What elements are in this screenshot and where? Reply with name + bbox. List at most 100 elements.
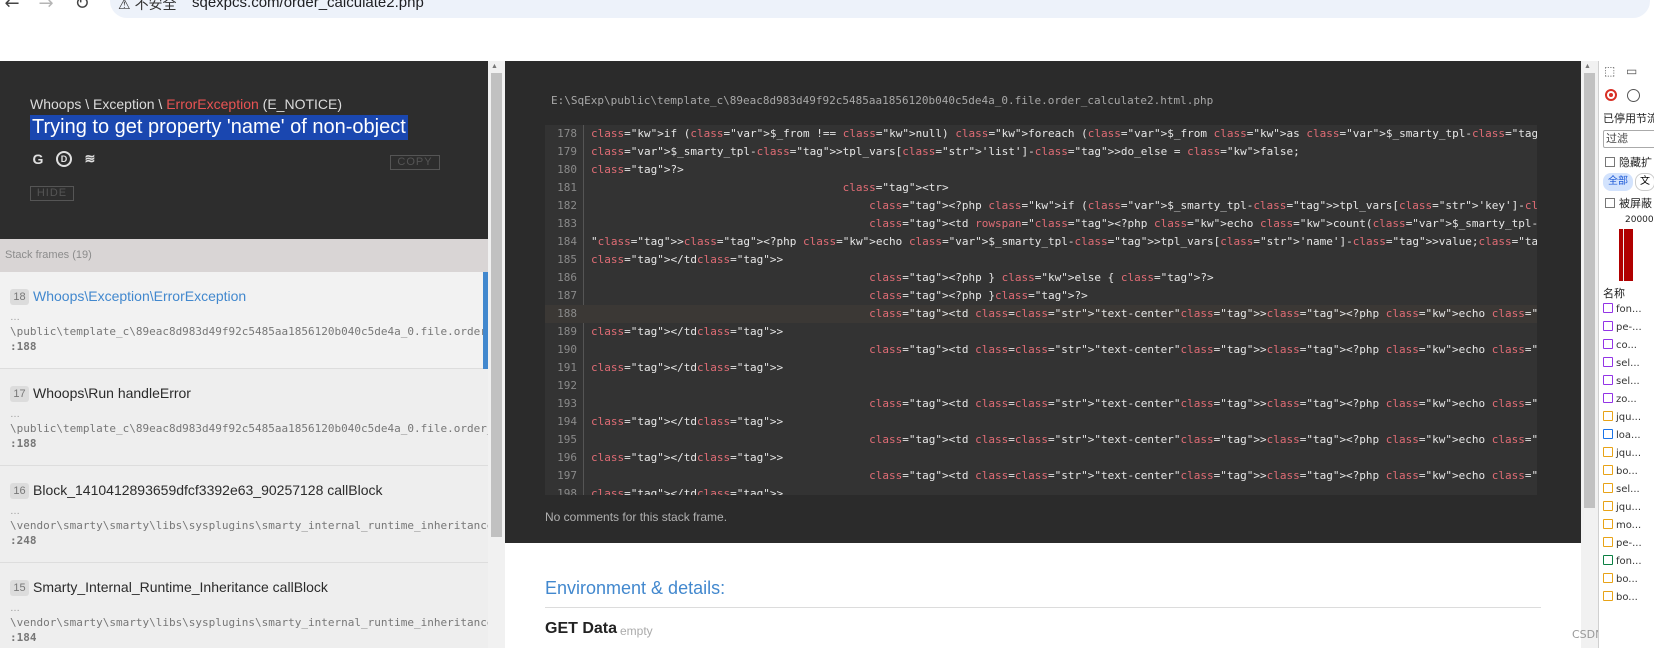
code-text: class="tag"><tr> bbox=[842, 181, 949, 194]
request-row[interactable]: bo... bbox=[1599, 589, 1654, 607]
request-name: co... bbox=[1616, 340, 1637, 351]
request-row[interactable]: pe-... bbox=[1599, 319, 1654, 337]
copy-button[interactable]: COPY bbox=[390, 155, 440, 170]
request-row[interactable]: fon... bbox=[1599, 553, 1654, 571]
request-name: bo... bbox=[1616, 574, 1638, 585]
code-viewer: 178 class="kw">if (class="var">$_from !==… bbox=[545, 125, 1537, 495]
line-number: 181 bbox=[557, 181, 577, 194]
js-file-icon bbox=[1603, 537, 1613, 547]
code-text: class="tag"><?php }class="tag">?> bbox=[869, 289, 1088, 302]
stack-frame[interactable]: 17 Whoops\Run handleError … \public\temp… bbox=[0, 369, 488, 466]
frame-line: :188 bbox=[10, 437, 37, 450]
clear-icon[interactable] bbox=[1627, 89, 1640, 102]
reload-icon[interactable]: ↻ bbox=[70, 0, 94, 14]
code-text: class="tag"><td class=class="str">"text-… bbox=[869, 307, 1537, 320]
hide-button[interactable]: HIDE bbox=[30, 186, 74, 201]
record-icon[interactable] bbox=[1605, 89, 1617, 101]
code-line: 185 class="tag"></tdclass="tag">> bbox=[545, 251, 1537, 269]
frame-index: 16 bbox=[10, 483, 29, 499]
line-number: 185 bbox=[557, 253, 577, 266]
filter-all-chip[interactable]: 全部 bbox=[1603, 173, 1633, 191]
code-text: class="tag"></tdclass="tag">> bbox=[591, 253, 784, 266]
code-text: class="tag"></tdclass="tag">> bbox=[591, 487, 784, 495]
request-name: jqu... bbox=[1616, 502, 1641, 513]
code-text: class="tag"><td class=class="str">"text-… bbox=[869, 469, 1537, 482]
request-row[interactable]: co... bbox=[1599, 337, 1654, 355]
js-file-icon bbox=[1603, 519, 1613, 529]
scroll-up-icon[interactable]: ▲ bbox=[1584, 63, 1591, 70]
request-row[interactable]: sel... bbox=[1599, 481, 1654, 499]
code-text: class="tag"></tdclass="tag">> bbox=[591, 325, 784, 338]
request-name: loa... bbox=[1616, 430, 1641, 441]
line-number: 195 bbox=[557, 433, 577, 446]
code-line: 197 class="tag"><td class=class="str">"t… bbox=[545, 467, 1537, 485]
request-name: jqu... bbox=[1616, 412, 1641, 423]
forward-icon[interactable]: → bbox=[34, 0, 58, 14]
request-row[interactable]: loa... bbox=[1599, 427, 1654, 445]
google-search-icon[interactable]: G bbox=[30, 151, 46, 167]
img-file-icon bbox=[1603, 429, 1613, 439]
code-text: class="var">$_smarty_tpl-class="tag">>tp… bbox=[591, 145, 1300, 158]
request-row[interactable]: bo... bbox=[1599, 463, 1654, 481]
line-number: 193 bbox=[557, 397, 577, 410]
request-row[interactable]: pe-... bbox=[1599, 535, 1654, 553]
code-line: 193 class="tag"><td class=class="str">"t… bbox=[545, 395, 1537, 413]
request-name: pe-... bbox=[1616, 538, 1642, 549]
inspect-element-icon[interactable]: ⬚ bbox=[1604, 64, 1615, 78]
code-line: 181 class="tag"><tr> bbox=[545, 179, 1537, 197]
line-number: 178 bbox=[557, 127, 577, 140]
request-row[interactable]: zo... bbox=[1599, 391, 1654, 409]
css-file-icon bbox=[1603, 339, 1613, 349]
url-text[interactable]: sqexpcs.com/order_calculate2.php bbox=[192, 0, 424, 11]
request-row[interactable]: jqu... bbox=[1599, 499, 1654, 517]
request-row[interactable]: jqu... bbox=[1599, 409, 1654, 427]
request-row[interactable]: sel... bbox=[1599, 373, 1654, 391]
filter-input[interactable]: 过滤 bbox=[1603, 130, 1654, 148]
exception-class-name: ErrorException bbox=[166, 96, 259, 112]
hide-checkbox[interactable] bbox=[1605, 157, 1615, 167]
blocked-checkbox[interactable] bbox=[1605, 198, 1615, 208]
line-number: 191 bbox=[557, 361, 577, 374]
security-indicator[interactable]: ⚠ 不安全 bbox=[118, 0, 177, 14]
device-toolbar-icon[interactable]: ▭ bbox=[1626, 64, 1637, 78]
request-name: sel... bbox=[1616, 376, 1640, 387]
js-file-icon bbox=[1603, 411, 1613, 421]
request-row[interactable]: fon... bbox=[1599, 301, 1654, 319]
line-number: 187 bbox=[557, 289, 577, 302]
js-file-icon bbox=[1603, 483, 1613, 493]
request-row[interactable]: mo... bbox=[1599, 517, 1654, 535]
scrollbar-thumb[interactable] bbox=[491, 73, 502, 537]
code-text: "class="tag">>class="tag"><?php class="k… bbox=[591, 235, 1537, 248]
request-row[interactable]: jqu... bbox=[1599, 445, 1654, 463]
exception-prefix: Whoops \ Exception \ bbox=[30, 96, 167, 112]
js-file-icon bbox=[1603, 501, 1613, 511]
exception-class: Whoops \ Exception \ ErrorException (E_N… bbox=[30, 96, 342, 112]
line-number: 179 bbox=[557, 145, 577, 158]
line-number: 194 bbox=[557, 415, 577, 428]
back-icon[interactable]: ← bbox=[0, 0, 24, 14]
code-text: class="tag"><td rowspan="class="tag"><?p… bbox=[869, 217, 1537, 230]
stackoverflow-search-icon[interactable]: ≋ bbox=[82, 151, 98, 167]
request-name: bo... bbox=[1616, 592, 1638, 603]
file-path[interactable]: E:\SqExp\public\template_c\89eac8d983d49… bbox=[551, 94, 1213, 107]
code-line: 198 class="tag"></tdclass="tag">> bbox=[545, 485, 1537, 495]
stack-frame[interactable]: 15 Smarty_Internal_Runtime_Inheritance c… bbox=[0, 563, 488, 648]
filter-doc-chip[interactable]: 文 bbox=[1635, 173, 1654, 191]
exception-code: (E_NOTICE) bbox=[258, 96, 343, 112]
stack-frame[interactable]: 16 Block_1410412893659dfcf3392e63_902571… bbox=[0, 466, 488, 563]
scrollbar-thumb[interactable] bbox=[1584, 73, 1595, 508]
page-scrollbar[interactable]: ▲ bbox=[1581, 61, 1598, 648]
js-file-icon bbox=[1603, 447, 1613, 457]
css-file-icon bbox=[1603, 393, 1613, 403]
name-column-header[interactable]: 名称 bbox=[1603, 285, 1625, 301]
duckduckgo-search-icon[interactable]: D bbox=[56, 151, 72, 167]
frame-index: 17 bbox=[10, 386, 29, 402]
request-row[interactable]: sel... bbox=[1599, 355, 1654, 373]
frames-scrollbar[interactable]: ▲ bbox=[488, 61, 505, 648]
throttle-label[interactable]: 已停用节流 bbox=[1603, 110, 1654, 126]
request-row[interactable]: bo... bbox=[1599, 571, 1654, 589]
timeline-overview[interactable] bbox=[1619, 229, 1633, 281]
frame-index: 15 bbox=[10, 580, 29, 596]
scroll-up-icon[interactable]: ▲ bbox=[491, 63, 498, 70]
stack-frame[interactable]: 18 Whoops\Exception\ErrorException … \pu… bbox=[0, 272, 488, 369]
